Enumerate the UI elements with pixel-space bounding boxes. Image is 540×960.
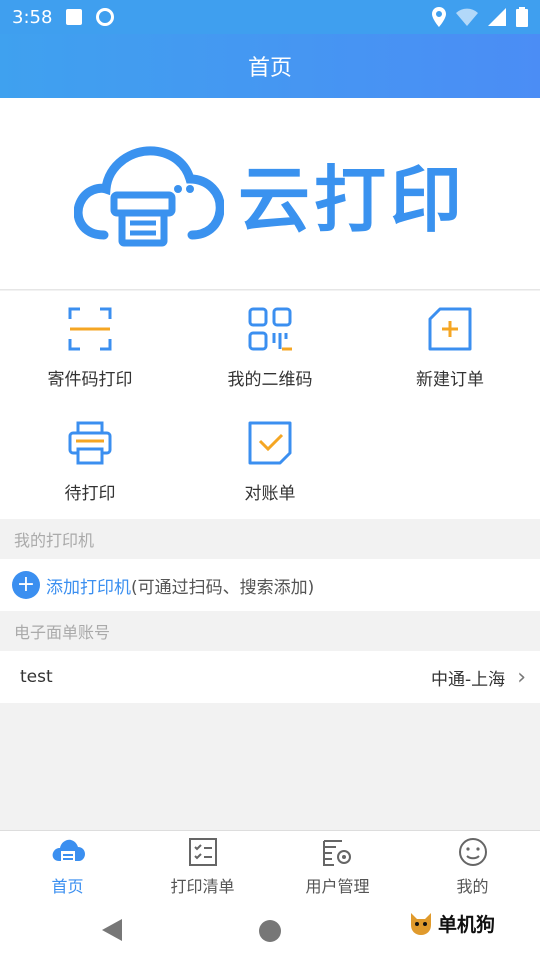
watermark-text: 单机狗 <box>438 914 496 936</box>
location-icon <box>432 7 446 27</box>
checklist-icon <box>188 838 217 866</box>
statement-icon <box>248 421 292 465</box>
account-carrier: 中通-上海 <box>431 669 506 690</box>
tab-label: 首页 <box>51 877 84 896</box>
home-icon[interactable] <box>259 920 281 942</box>
tile-pending-print[interactable]: 待打印 <box>0 405 180 519</box>
tab-label: 用户管理 <box>305 877 370 896</box>
tile-my-qrcode[interactable]: 我的二维码 <box>180 291 360 405</box>
dog-logo-icon <box>411 912 431 935</box>
notification-icon <box>66 9 83 25</box>
status-bar: 3:58 <box>0 0 540 34</box>
tile-label: 我的二维码 <box>227 370 313 390</box>
cloud-printer-logo-icon <box>73 145 224 246</box>
signal-icon <box>488 8 506 26</box>
banner: 云打印 <box>0 98 540 290</box>
back-icon[interactable] <box>102 919 122 941</box>
tile-label: 新建订单 <box>416 370 484 390</box>
printer-icon <box>68 421 112 465</box>
scan-icon <box>68 307 112 351</box>
tab-label: 打印清单 <box>170 877 235 896</box>
bottom-tab-bar: 首页 打印清单 用户管理 我的 <box>0 830 540 902</box>
new-order-icon <box>428 307 472 351</box>
tile-new-order[interactable]: 新建订单 <box>360 291 540 405</box>
watermark: 单机狗 <box>408 910 495 937</box>
account-name: test <box>20 667 53 687</box>
tile-label: 待打印 <box>64 484 116 504</box>
system-nav-bar: 单机狗 <box>0 902 540 960</box>
tile-statement[interactable]: 对账单 <box>180 405 360 519</box>
add-printer-hint: (可通过扫码、搜索添加) <box>131 577 315 598</box>
tab-home[interactable]: 首页 <box>0 831 135 902</box>
cloud-printer-icon <box>52 839 85 863</box>
status-time: 3:58 <box>12 6 53 28</box>
function-grid: 寄件码打印 我的二维码 新建订单 待打印 对账单 <box>0 291 540 519</box>
page-title: 首页 <box>247 56 292 81</box>
chevron-right-icon: › <box>517 664 526 690</box>
smiley-icon <box>458 838 487 866</box>
add-printer-label: 添加打印机 <box>46 577 131 598</box>
app-bar: 首页 <box>0 34 540 98</box>
tab-mine[interactable]: 我的 <box>405 831 540 902</box>
sync-icon <box>96 8 115 26</box>
qrcode-icon <box>248 307 292 351</box>
section-header-accounts: 电子面单账号 <box>0 611 540 651</box>
add-icon: + <box>12 571 40 599</box>
tab-label: 我的 <box>456 877 489 896</box>
tile-scan-code-print[interactable]: 寄件码打印 <box>0 291 180 405</box>
account-row[interactable]: test 中通-上海 › <box>0 651 540 703</box>
logo-text: 云打印 <box>237 158 466 242</box>
battery-icon <box>516 7 528 27</box>
add-printer-row[interactable]: + 添加打印机 (可通过扫码、搜索添加) <box>0 559 540 611</box>
tab-print-list[interactable]: 打印清单 <box>135 831 270 902</box>
tile-label: 对账单 <box>244 484 296 504</box>
tab-user-management[interactable]: 用户管理 <box>270 831 405 902</box>
tile-label: 寄件码打印 <box>47 370 133 390</box>
section-header-printers: 我的打印机 <box>0 519 540 559</box>
user-settings-icon <box>322 840 351 866</box>
wifi-icon <box>456 8 478 26</box>
